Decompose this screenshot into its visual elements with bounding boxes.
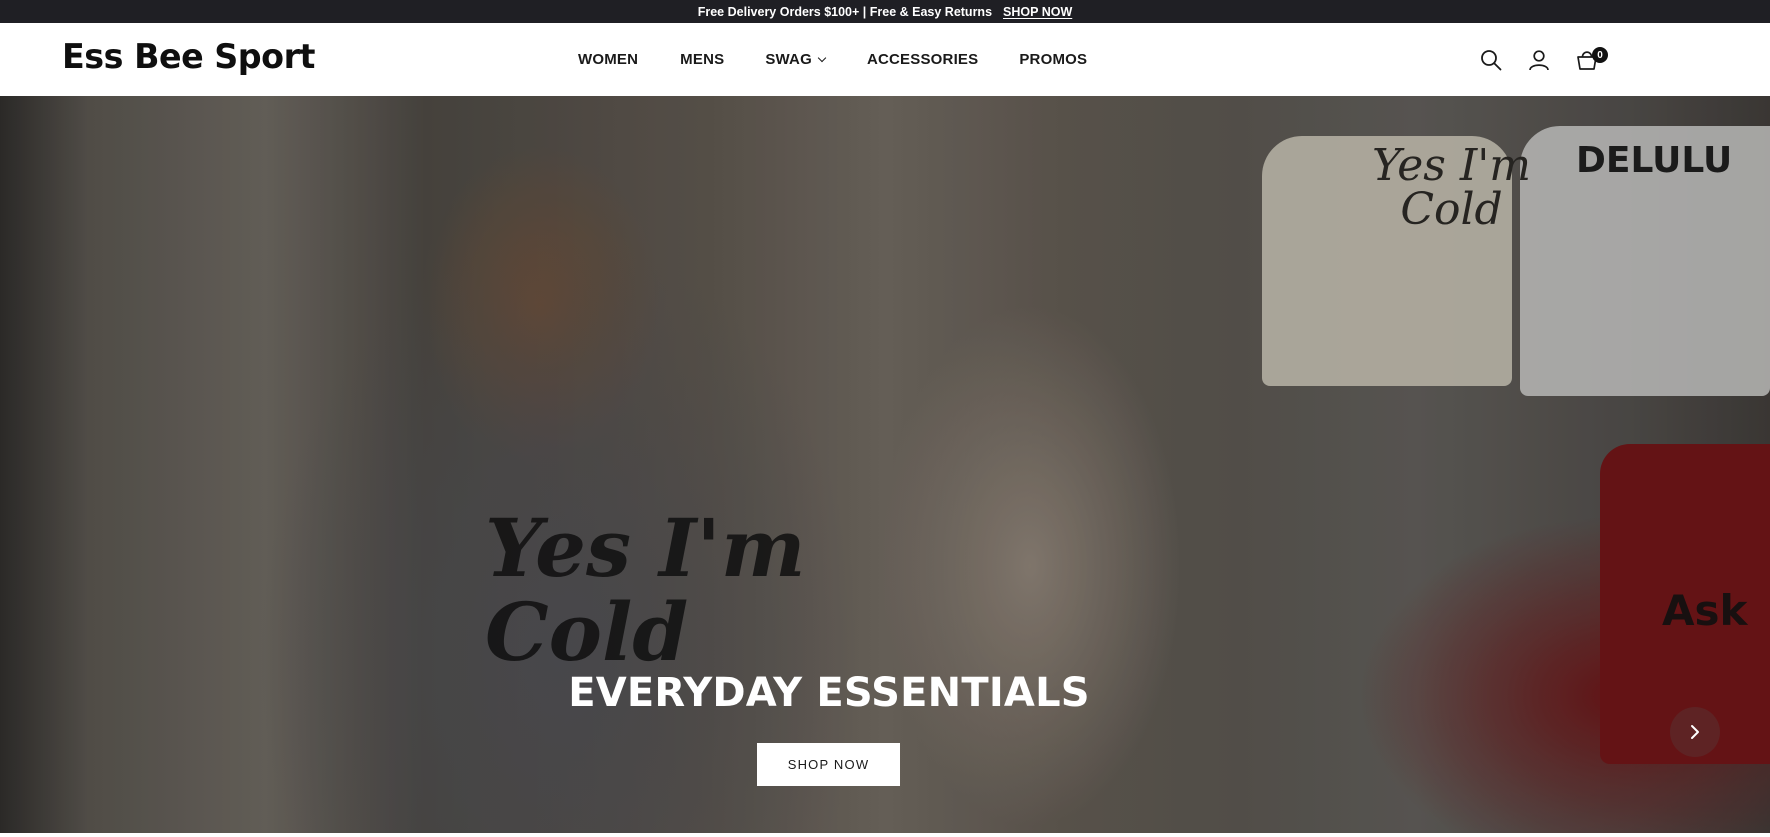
slide-next-button[interactable] [1670, 707, 1720, 757]
nav-item-mens[interactable]: MENS [680, 51, 724, 68]
announcement-shop-now-link[interactable]: SHOP NOW [1003, 5, 1072, 19]
announcement-bar: Free Delivery Orders $100+ | Free & Easy… [0, 0, 1770, 23]
hero-overlay [0, 96, 1770, 833]
announcement-text: Free Delivery Orders $100+ | Free & Easy… [697, 4, 993, 19]
brand-logo[interactable]: Ess Bee Sport [62, 37, 315, 77]
nav-item-women[interactable]: WOMEN [578, 51, 638, 68]
chevron-right-icon [1691, 725, 1699, 739]
main-nav: WOMEN MENS SWAG ACCESSORIES PROMOS [578, 23, 1087, 96]
nav-item-label: MENS [680, 51, 725, 68]
hero-shop-now-button[interactable]: SHOP NOW [757, 743, 900, 786]
nav-item-label: ACCESSORIES [866, 51, 979, 68]
cart-count-badge: 0 [1592, 47, 1608, 63]
nav-item-accessories[interactable]: ACCESSORIES [867, 51, 978, 68]
hero-title: EVERYDAY ESSENTIALS [568, 670, 1090, 716]
hero-banner: Yes I'm Cold DELULU Ask Yes I'm Cold [0, 96, 1770, 833]
nav-item-swag[interactable]: SWAG [765, 51, 827, 68]
nav-item-promos[interactable]: PROMOS [1019, 51, 1087, 68]
nav-item-label: WOMEN [578, 51, 639, 68]
chevron-down-icon [817, 53, 827, 63]
search-icon[interactable] [1480, 49, 1502, 71]
account-icon[interactable] [1528, 49, 1550, 71]
site-header: Ess Bee Sport WOMEN MENS SWAG ACCESSORIE… [0, 23, 1770, 96]
nav-item-label: PROMOS [1019, 51, 1088, 68]
nav-item-label: SWAG [765, 51, 812, 68]
